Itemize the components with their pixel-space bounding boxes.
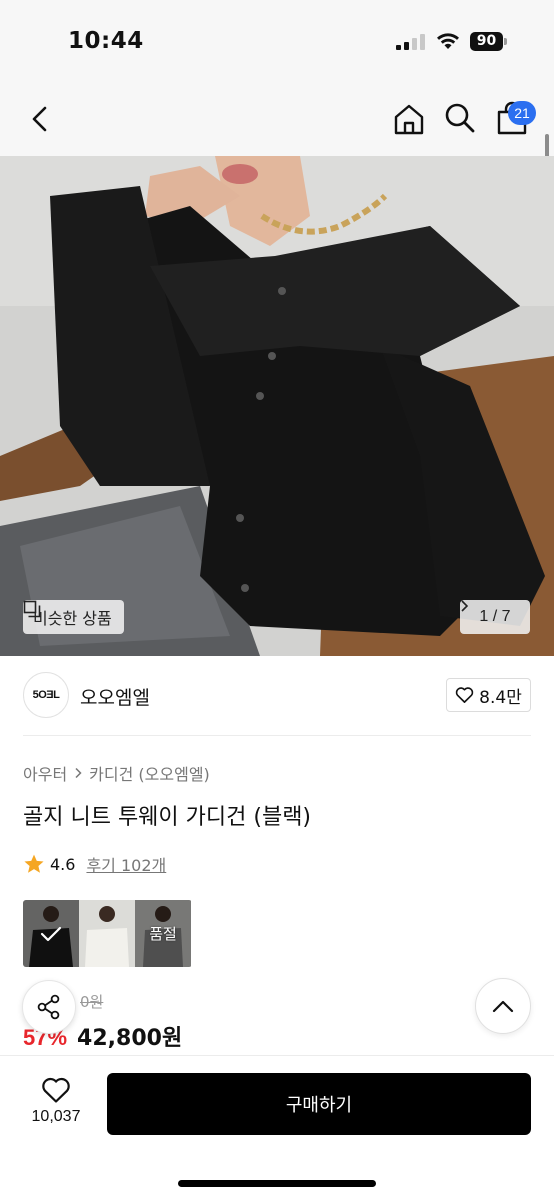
image-page-indicator[interactable]: 1 / 7 <box>460 600 530 634</box>
color-options: 품절 <box>23 900 192 967</box>
cart-count-badge: 21 <box>508 101 536 125</box>
chevron-right-icon <box>461 600 468 612</box>
home-icon[interactable] <box>392 102 426 136</box>
product-title: 골지 니트 투웨이 가디건 (블랙) <box>23 805 312 830</box>
color-option-soldout[interactable]: 품절 <box>135 900 191 967</box>
divider <box>23 735 531 736</box>
back-icon[interactable] <box>26 104 54 134</box>
wish-count: 10,037 <box>31 1108 81 1125</box>
battery-indicator: 90 <box>470 32 508 51</box>
original-price: 0원 <box>80 993 104 1011</box>
product-image[interactable]: 비슷한 상품 1 / 7 <box>0 156 554 656</box>
chevron-right-icon <box>75 767 82 779</box>
similar-products-label: 비슷한 상품 <box>33 609 112 628</box>
status-time: 10:44 <box>68 28 144 54</box>
heart-icon[interactable] <box>41 1076 71 1104</box>
brand-logo-text: 5OƎL <box>32 689 60 701</box>
similar-icon <box>23 600 41 618</box>
breadcrumb-category[interactable]: 아우터 <box>23 761 67 785</box>
brand-like-button[interactable]: 8.4만 <box>446 678 531 712</box>
search-icon[interactable] <box>444 102 476 134</box>
brand-logo[interactable]: 5OƎL <box>23 672 69 718</box>
wifi-icon <box>437 33 459 49</box>
similar-products-button[interactable]: 비슷한 상품 <box>23 600 124 634</box>
scroll-top-button[interactable] <box>475 978 531 1034</box>
top-nav <box>0 82 554 156</box>
option-thumbnail <box>79 900 135 967</box>
breadcrumb-subcategory[interactable]: 카디건 (오오엠엘) <box>89 761 210 785</box>
breadcrumb: 아우터 카디건 (오오엠엘) <box>23 761 210 785</box>
share-button[interactable] <box>22 980 76 1034</box>
page-indicator-text: 1 / 7 <box>479 608 511 625</box>
option-selected-mark <box>23 900 79 967</box>
heart-icon <box>455 687 474 703</box>
brand-name[interactable]: 오오엠엘 <box>80 683 150 710</box>
home-indicator <box>178 1180 376 1187</box>
chevron-up-icon <box>492 1000 514 1013</box>
brand-like-count: 8.4만 <box>479 687 522 708</box>
sale-price: 42,800원 <box>77 1026 183 1051</box>
share-icon <box>37 994 60 1020</box>
status-bar: 10:44 90 <box>0 0 554 82</box>
battery-tip <box>504 38 507 45</box>
reviews-link[interactable]: 후기 102개 <box>86 852 166 876</box>
rating-row: 4.6 후기 102개 <box>23 852 166 876</box>
color-option-white[interactable] <box>79 900 135 967</box>
rating-value: 4.6 <box>50 854 76 874</box>
signal-icon <box>396 34 425 50</box>
option-soldout-label: 품절 <box>149 925 177 943</box>
buy-button[interactable]: 구매하기 <box>107 1073 531 1135</box>
product-photo <box>0 156 554 656</box>
star-icon <box>24 854 44 873</box>
check-icon <box>40 926 62 941</box>
color-option-black[interactable] <box>23 900 79 967</box>
battery-level: 90 <box>470 32 503 51</box>
